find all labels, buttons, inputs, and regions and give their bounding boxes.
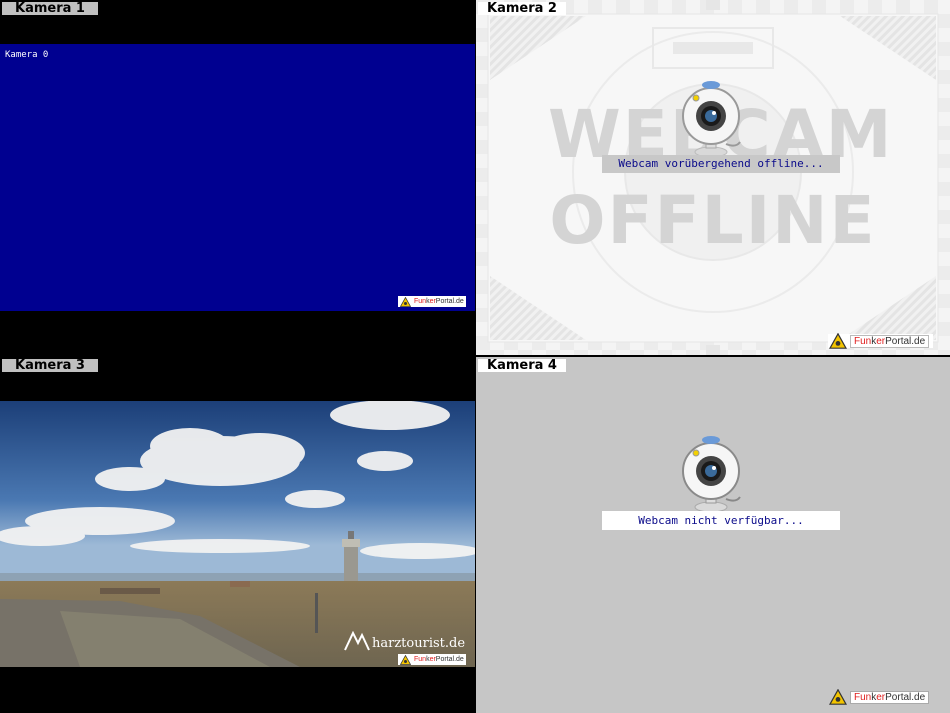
test-pattern-background xyxy=(476,0,950,355)
camera-1-cell: Kamera 1 Kamera 0 FunkerPortal.de xyxy=(0,0,475,355)
offline-watermark-bottom: OFFLINE xyxy=(549,182,877,259)
camera-2-label: Kamera 2 xyxy=(478,2,566,15)
camera-1-overlay-text: Kamera 0 xyxy=(5,50,49,60)
camera-4-status: Webcam nicht verfügbar... xyxy=(602,511,840,530)
camera-3-cell: Kamera 3 harztourist.de FunkerPortal.de xyxy=(0,357,475,713)
camera-3-feed[interactable]: harztourist.de FunkerPortal.de xyxy=(0,401,475,667)
harztourist-m-icon xyxy=(344,631,370,651)
funkerportal-logo: FunkerPortal.de xyxy=(398,296,466,307)
camera-3-label: Kamera 3 xyxy=(2,359,98,372)
landscape-photo xyxy=(0,401,475,667)
funkerportal-logo: FunkerPortal.de xyxy=(828,333,934,349)
warning-triangle-icon xyxy=(829,689,847,705)
funkerportal-logo: FunkerPortal.de xyxy=(828,689,933,705)
camera-4-label: Kamera 4 xyxy=(478,359,566,372)
funkerportal-logo: FunkerPortal.de xyxy=(398,654,466,665)
webcam-icon xyxy=(682,81,741,158)
camera-2-status: Webcam vorübergehend offline... xyxy=(602,155,840,173)
warning-triangle-icon xyxy=(400,654,411,665)
harztourist-logo: harztourist.de xyxy=(344,631,465,651)
webcam-icon xyxy=(682,436,741,513)
camera-2-cell[interactable]: WEBCAM OFFLINE Kamera 2 Webcam vorüberge… xyxy=(476,0,950,355)
camera-4-cell[interactable]: Kamera 4 Webcam nicht verfügbar... Funke… xyxy=(476,357,950,713)
camera-1-feed[interactable]: Kamera 0 FunkerPortal.de xyxy=(0,44,475,311)
warning-triangle-icon xyxy=(829,333,847,349)
camera-1-label: Kamera 1 xyxy=(2,2,98,15)
warning-triangle-icon xyxy=(400,296,411,307)
